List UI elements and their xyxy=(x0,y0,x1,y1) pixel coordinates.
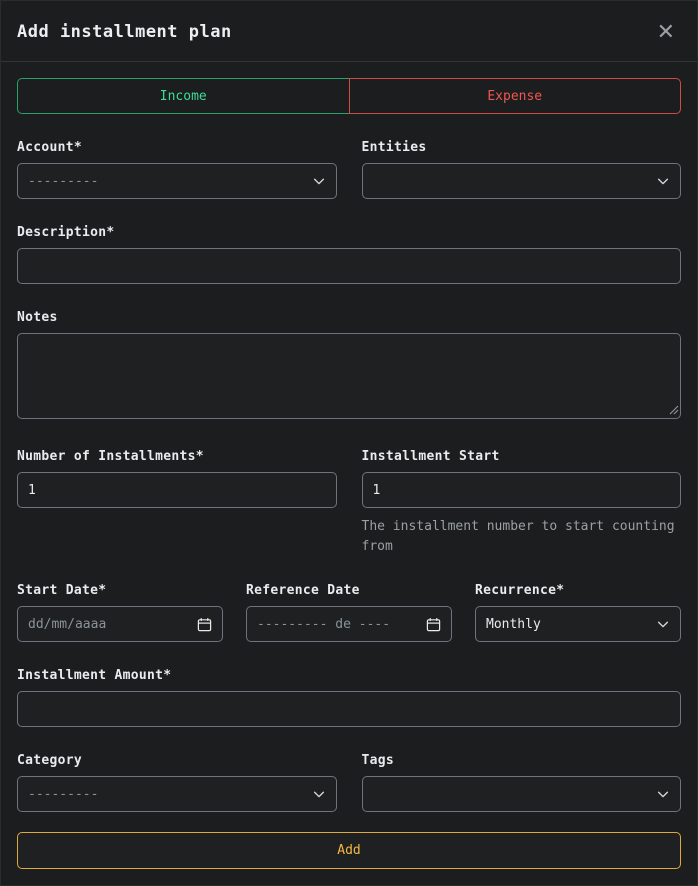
modal-header: Add installment plan ✕ xyxy=(1,1,697,62)
start-date-placeholder: dd/mm/aaaa xyxy=(28,617,106,632)
recurrence-field: Recurrence* Monthly xyxy=(475,583,681,642)
description-input[interactable] xyxy=(17,248,681,284)
income-tab[interactable]: Income xyxy=(17,78,350,114)
entities-label: Entities xyxy=(362,140,682,155)
modal-body: Income Expense Account* --------- Entiti… xyxy=(1,62,697,885)
calendar-icon[interactable] xyxy=(426,617,441,632)
chevron-down-icon xyxy=(656,174,670,188)
close-icon: ✕ xyxy=(657,19,675,44)
reference-date-label: Reference Date xyxy=(246,583,452,598)
calendar-icon[interactable] xyxy=(197,617,212,632)
page-title: Add installment plan xyxy=(17,22,232,42)
installment-start-label: Installment Start xyxy=(362,449,682,464)
category-field: Category --------- xyxy=(17,753,337,812)
transaction-type-toggle: Income Expense xyxy=(17,78,681,114)
tags-select[interactable] xyxy=(362,776,682,812)
close-button[interactable]: ✕ xyxy=(653,19,679,45)
number-of-installments-label: Number of Installments* xyxy=(17,449,337,464)
recurrence-select[interactable]: Monthly xyxy=(475,606,681,642)
tags-label: Tags xyxy=(362,753,682,768)
account-label: Account* xyxy=(17,140,337,155)
reference-date-placeholder: --------- de ---- xyxy=(257,617,390,632)
start-date-input[interactable]: dd/mm/aaaa xyxy=(17,606,223,642)
entities-field: Entities xyxy=(362,140,682,199)
number-of-installments-field: Number of Installments* xyxy=(17,449,337,557)
entities-select[interactable] xyxy=(362,163,682,199)
notes-textarea[interactable] xyxy=(17,333,681,419)
add-installment-plan-modal: Add installment plan ✕ Income Expense Ac… xyxy=(0,0,698,886)
category-value: --------- xyxy=(28,787,98,802)
chevron-down-icon xyxy=(656,787,670,801)
expense-tab[interactable]: Expense xyxy=(349,78,682,114)
reference-date-field: Reference Date --------- de ---- xyxy=(246,583,452,642)
installment-amount-input[interactable] xyxy=(17,691,681,727)
account-value: --------- xyxy=(28,174,98,189)
start-date-label: Start Date* xyxy=(17,583,223,598)
installment-start-field: Installment Start The installment number… xyxy=(362,449,682,557)
account-field: Account* --------- xyxy=(17,140,337,199)
installment-amount-label: Installment Amount* xyxy=(17,668,681,683)
chevron-down-icon xyxy=(312,174,326,188)
installment-start-input[interactable] xyxy=(362,472,682,508)
category-label: Category xyxy=(17,753,337,768)
start-date-field: Start Date* dd/mm/aaaa xyxy=(17,583,223,642)
recurrence-label: Recurrence* xyxy=(475,583,681,598)
notes-label: Notes xyxy=(17,310,681,325)
reference-date-input[interactable]: --------- de ---- xyxy=(246,606,452,642)
number-of-installments-input[interactable] xyxy=(17,472,337,508)
recurrence-value: Monthly xyxy=(486,617,541,632)
installment-start-help: The installment number to start counting… xyxy=(362,517,682,557)
add-button[interactable]: Add xyxy=(17,832,681,869)
chevron-down-icon xyxy=(312,787,326,801)
notes-field: Notes xyxy=(17,310,681,423)
category-select[interactable]: --------- xyxy=(17,776,337,812)
description-field: Description* xyxy=(17,225,681,284)
account-select[interactable]: --------- xyxy=(17,163,337,199)
installment-amount-field: Installment Amount* xyxy=(17,668,681,727)
tags-field: Tags xyxy=(362,753,682,812)
description-label: Description* xyxy=(17,225,681,240)
chevron-down-icon xyxy=(656,617,670,631)
